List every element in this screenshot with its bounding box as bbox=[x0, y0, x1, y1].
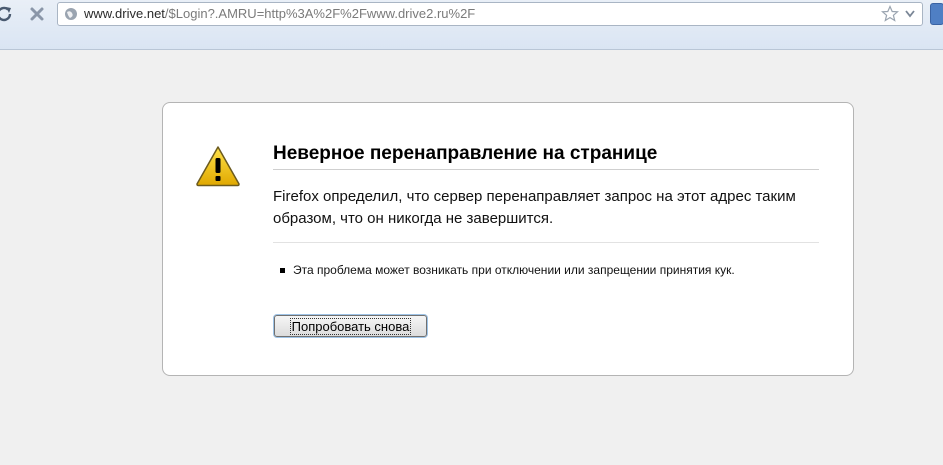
stop-icon[interactable] bbox=[28, 5, 46, 23]
address-bar[interactable]: www.drive.net/$Login?.AMRU=http%3A%2F%2F… bbox=[57, 2, 923, 26]
browser-toolbar: www.drive.net/$Login?.AMRU=http%3A%2F%2F… bbox=[0, 0, 943, 50]
error-page-container: Неверное перенаправление на странице Fir… bbox=[162, 102, 854, 376]
bullet-marker bbox=[280, 268, 285, 273]
retry-button[interactable]: Попробовать снова bbox=[274, 315, 427, 337]
retry-button-label: Попробовать снова bbox=[289, 317, 412, 335]
dropdown-icon[interactable] bbox=[905, 10, 915, 18]
url-path: /$Login?.AMRU=http%3A%2F%2Fwww.drive2.ru… bbox=[164, 6, 476, 21]
warning-icon bbox=[196, 146, 240, 187]
error-title: Неверное перенаправление на странице bbox=[273, 143, 819, 170]
search-engine-button[interactable] bbox=[930, 3, 943, 25]
url-text[interactable]: www.drive.net/$Login?.AMRU=http%3A%2F%2F… bbox=[84, 6, 475, 21]
globe-icon bbox=[65, 8, 77, 20]
error-description: Firefox определил, что сервер перенаправ… bbox=[273, 188, 796, 227]
error-hint: Эта проблема может возникать при отключе… bbox=[293, 263, 735, 277]
reload-icon[interactable] bbox=[0, 4, 14, 24]
divider bbox=[273, 242, 819, 243]
url-host: www.drive.net bbox=[84, 6, 165, 21]
star-icon[interactable] bbox=[881, 5, 899, 23]
